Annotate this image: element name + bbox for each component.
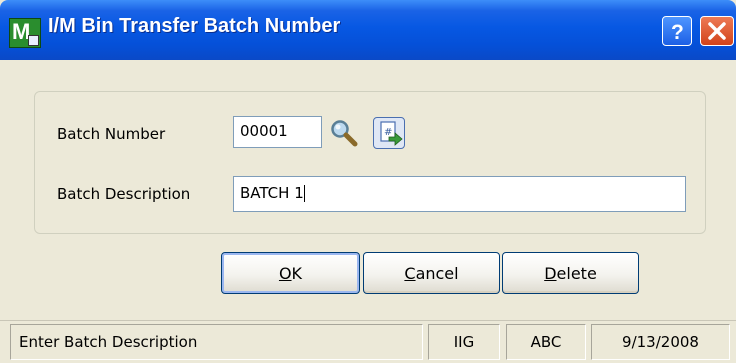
batch-number-field[interactable]: 00001 bbox=[233, 116, 322, 148]
ok-button[interactable]: OK bbox=[221, 252, 360, 294]
delete-button[interactable]: Delete bbox=[502, 252, 639, 294]
batch-description-field[interactable]: BATCH 1 bbox=[233, 176, 686, 212]
cancel-button-label: Cancel bbox=[404, 263, 459, 283]
app-icon: M bbox=[9, 18, 41, 48]
svg-text:?: ? bbox=[671, 21, 684, 44]
batch-number-label: Batch Number bbox=[57, 125, 166, 143]
window-title: I/M Bin Transfer Batch Number bbox=[48, 15, 341, 37]
next-batch-number-button[interactable]: # bbox=[373, 117, 405, 149]
close-button[interactable] bbox=[700, 16, 734, 46]
delete-button-label: Delete bbox=[544, 263, 597, 283]
title-bar[interactable]: M I/M Bin Transfer Batch Number ? bbox=[0, 0, 736, 60]
help-button[interactable]: ? bbox=[662, 16, 692, 46]
magnifier-lookup-icon[interactable] bbox=[329, 118, 359, 148]
status-bar: Enter Batch Description IIG ABC 9/13/200… bbox=[0, 320, 736, 363]
cancel-button[interactable]: Cancel bbox=[363, 252, 500, 294]
close-icon bbox=[708, 22, 726, 40]
batch-description-label: Batch Description bbox=[57, 185, 191, 203]
batch-group-panel bbox=[34, 91, 706, 234]
next-batch-number-icon: # bbox=[380, 121, 403, 146]
text-cursor bbox=[303, 185, 305, 202]
batch-description-value: BATCH 1 bbox=[240, 184, 304, 202]
help-icon: ? bbox=[671, 21, 684, 44]
status-message: Enter Batch Description bbox=[10, 324, 423, 360]
svg-text:#: # bbox=[384, 127, 392, 138]
ok-button-label: OK bbox=[278, 263, 303, 283]
status-user: ABC bbox=[506, 324, 586, 360]
status-company: IIG bbox=[428, 324, 500, 360]
status-date: 9/13/2008 bbox=[591, 324, 730, 360]
